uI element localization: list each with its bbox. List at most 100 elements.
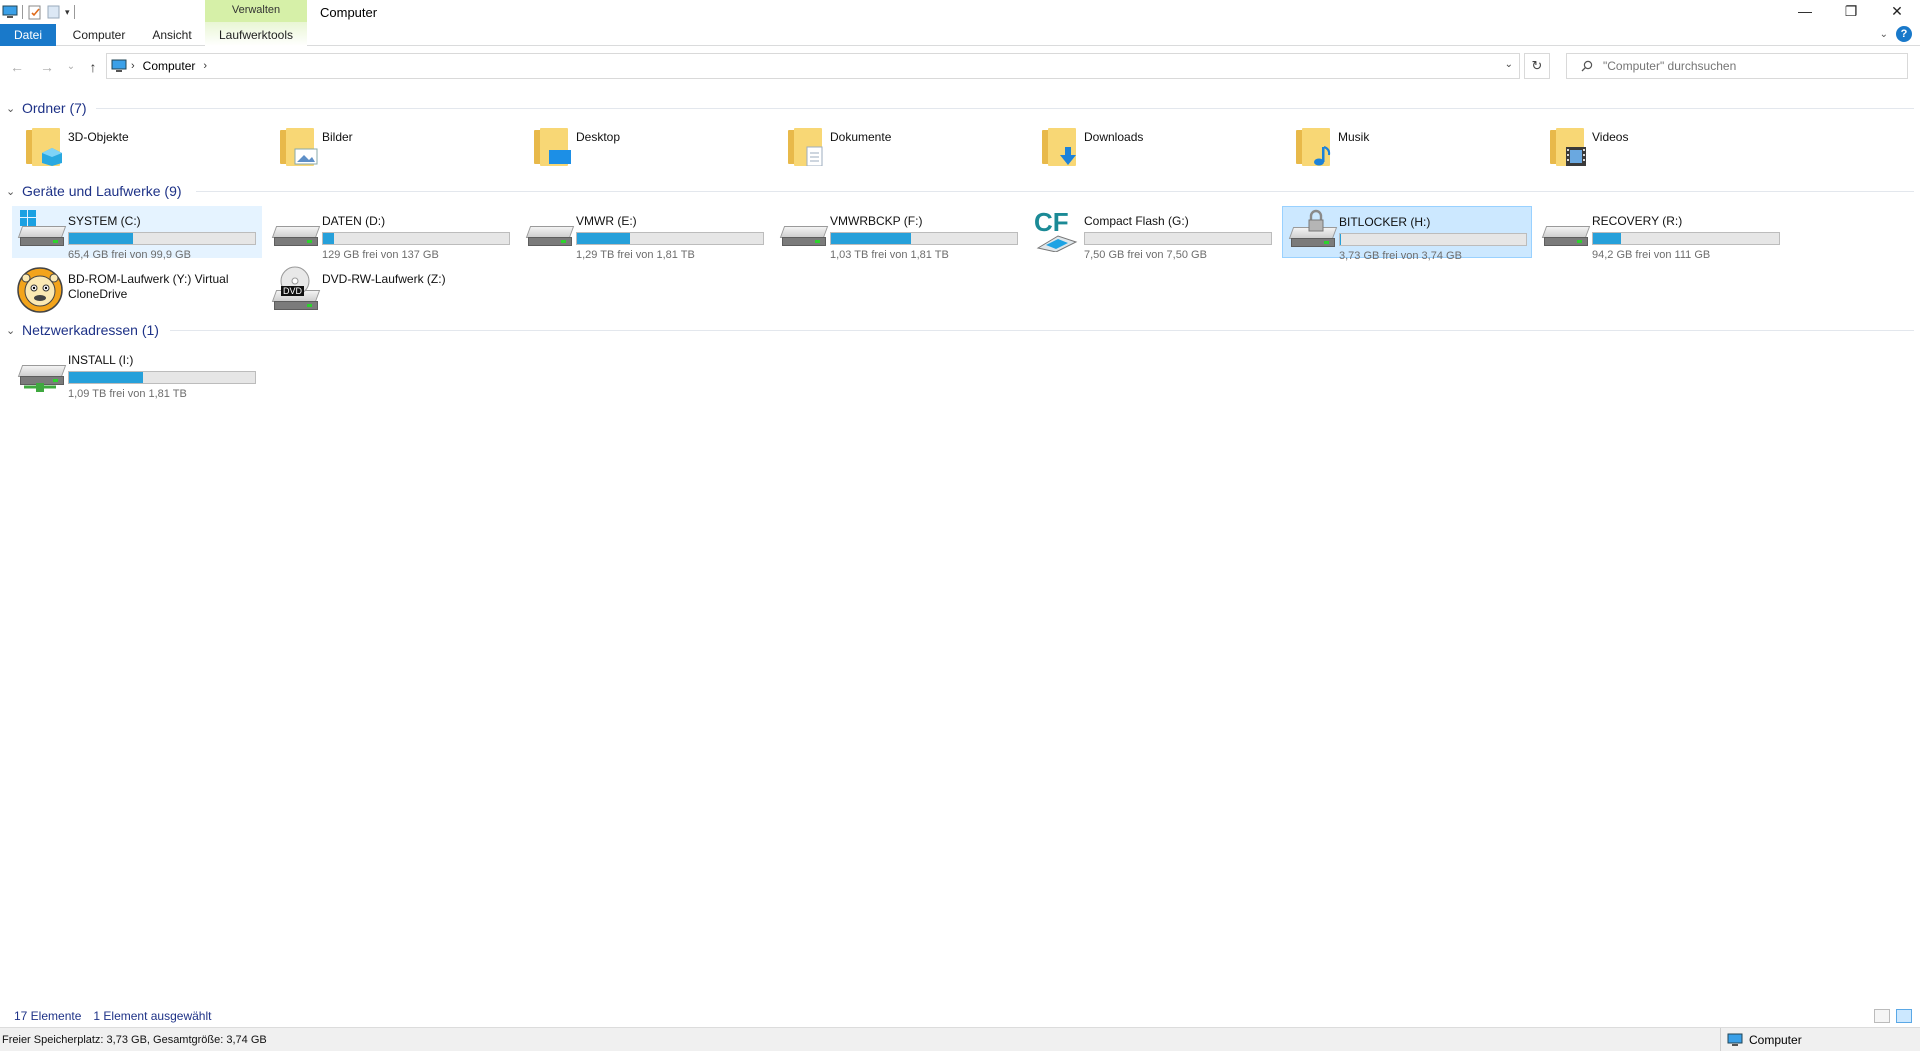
breadcrumb-computer[interactable]: Computer (143, 59, 196, 73)
group-header-drives[interactable]: ⌄ Geräte und Laufwerke (9) (6, 180, 182, 202)
folder-music-icon (1296, 128, 1332, 166)
minimize-button[interactable]: — (1782, 0, 1828, 22)
back-button[interactable]: ← (8, 58, 26, 76)
virtual-clonedrive-icon (17, 267, 63, 313)
group-label: Netzwerkadressen (1) (22, 322, 159, 338)
folder-name: Musik (1338, 130, 1370, 144)
collapse-chevron-icon[interactable]: ⌄ (6, 102, 20, 115)
address-bar[interactable]: › Computer › ⌄ (106, 53, 1520, 79)
folder-name: Dokumente (830, 130, 892, 144)
hard-drive-icon (525, 226, 575, 248)
computer-icon (2, 5, 18, 18)
address-dropdown-icon[interactable]: ⌄ (1505, 59, 1513, 70)
drive-item-f[interactable]: VMWRBCKP (F:) 1,03 TB frei von 1,81 TB (774, 206, 1024, 261)
folder-item[interactable]: Desktop (520, 122, 770, 174)
qat-separator (73, 5, 75, 19)
drive-usage-fill (69, 372, 144, 383)
dvd-label: DVD (281, 286, 305, 296)
drive-name: BD-ROM-Laufwerk (Y:) Virtual CloneDrive (68, 272, 229, 301)
folder-item[interactable]: Bilder (266, 122, 516, 174)
collapse-chevron-icon[interactable]: ⌄ (6, 185, 20, 198)
folder-name: Bilder (322, 130, 353, 144)
tab-drive-tools[interactable]: Laufwerktools (205, 24, 307, 46)
drive-item-y[interactable]: BD-ROM-Laufwerk (Y:) Virtual CloneDrive (12, 264, 262, 316)
drive-free-space: 1,29 TB frei von 1,81 TB (576, 249, 695, 261)
group-label: Geräte und Laufwerke (9) (22, 183, 182, 199)
drive-item-h[interactable]: BITLOCKER (H:) 3,73 GB frei von 3,74 GB (1282, 206, 1532, 262)
breadcrumb-chevron-icon[interactable]: › (131, 60, 135, 72)
drive-details-text: Freier Speicherplatz: 3,73 GB, Gesamtgrö… (2, 1033, 267, 1046)
forward-button[interactable]: → (38, 58, 56, 76)
group-header-network[interactable]: ⌄ Netzwerkadressen (1) (6, 319, 159, 341)
hard-drive-icon (271, 226, 321, 248)
search-input[interactable] (1603, 59, 1903, 73)
drive-name: Compact Flash (G:) (1084, 214, 1189, 228)
collapse-chevron-icon[interactable]: ⌄ (6, 324, 20, 337)
folder-name: Videos (1592, 130, 1629, 144)
folder-item[interactable]: 3D-Objekte (12, 122, 262, 174)
window-controls: — ❐ ✕ (1782, 0, 1920, 22)
drive-item-g[interactable]: CF Compact Flash (G:) 7,50 GB frei von 7… (1028, 206, 1278, 261)
ribbon-tabs: Datei Computer Ansicht Laufwerktools (0, 24, 293, 46)
folder-item[interactable]: Videos (1536, 122, 1786, 174)
maximize-button[interactable]: ❐ (1828, 0, 1874, 22)
windows-drive-icon (17, 226, 67, 248)
folder-item[interactable]: Dokumente (774, 122, 1024, 174)
hard-drive-icon (779, 226, 829, 248)
qat-customize-icon[interactable]: ▾ (65, 7, 70, 18)
expand-ribbon-icon[interactable]: ⌄ (1880, 29, 1888, 40)
drive-usage-fill (831, 233, 912, 244)
search-box[interactable] (1566, 53, 1908, 79)
help-icon[interactable]: ? (1896, 26, 1912, 42)
drive-free-space: 1,03 TB frei von 1,81 TB (830, 249, 949, 261)
folder-videos-icon (1550, 128, 1586, 166)
details-view-icon[interactable] (1874, 1009, 1890, 1023)
tab-computer[interactable]: Computer (56, 24, 142, 46)
group-divider (96, 108, 1914, 109)
drive-item-e[interactable]: VMWR (E:) 1,29 TB frei von 1,81 TB (520, 206, 770, 261)
folder-name: Downloads (1084, 130, 1144, 144)
lock-icon (1308, 209, 1324, 232)
drive-usage-bar (1084, 232, 1272, 245)
drive-usage-fill (323, 233, 334, 244)
refresh-button[interactable]: ↻ (1524, 53, 1550, 79)
network-drive-item-i[interactable]: INSTALL (I:) 1,09 TB frei von 1,81 TB (12, 345, 262, 400)
location-label: Computer (1749, 1032, 1802, 1047)
group-divider (196, 191, 1914, 192)
drive-usage-bar (322, 232, 510, 245)
quick-access-toolbar: ▾ (0, 2, 75, 22)
drive-free-space: 3,73 GB frei von 3,74 GB (1339, 250, 1462, 262)
drive-name: RECOVERY (R:) (1592, 214, 1683, 228)
close-button[interactable]: ✕ (1874, 0, 1920, 22)
folder-item[interactable]: Musik (1282, 122, 1532, 174)
drive-usage-bar (830, 232, 1018, 245)
group-header-folders[interactable]: ⌄ Ordner (7) (6, 97, 87, 119)
recent-locations-button[interactable]: ⌄ (62, 58, 80, 76)
tiles-view-icon[interactable] (1896, 1009, 1912, 1023)
folder-name: Desktop (576, 130, 621, 144)
drive-item-d[interactable]: DATEN (D:) 129 GB frei von 137 GB (266, 206, 516, 261)
window-title: Computer (320, 5, 378, 20)
new-folder-icon[interactable] (47, 4, 61, 20)
folder-name: 3D-Objekte (68, 130, 129, 144)
drive-name: VMWRBCKP (F:) (830, 214, 923, 228)
hard-drive-icon (1541, 226, 1591, 248)
drive-item-z[interactable]: DVD DVD-RW-Laufwerk (Z:) (266, 264, 516, 316)
drive-item-r[interactable]: RECOVERY (R:) 94,2 GB frei von 111 GB (1536, 206, 1786, 261)
up-button[interactable]: ↑ (84, 58, 102, 76)
drive-free-space: 94,2 GB frei von 111 GB (1592, 249, 1711, 261)
properties-icon[interactable] (27, 4, 43, 20)
drive-name: VMWR (E:) (576, 214, 637, 228)
drive-usage-fill (69, 233, 134, 244)
drive-item-c[interactable]: SYSTEM (C:) 65,4 GB frei von 99,9 GB (12, 206, 262, 261)
folder-item[interactable]: Downloads (1028, 122, 1278, 174)
group-label: Ordner (7) (22, 100, 87, 116)
drive-usage-fill (1340, 234, 1341, 245)
drive-usage-fill (577, 233, 631, 244)
tab-file[interactable]: Datei (0, 24, 56, 46)
drive-usage-bar (68, 232, 256, 245)
tab-view[interactable]: Ansicht (142, 24, 202, 46)
drive-free-space: 129 GB frei von 137 GB (322, 249, 439, 261)
breadcrumb-chevron-icon[interactable]: › (203, 60, 207, 72)
ribbon-right-controls: ⌄ ? (1880, 26, 1912, 42)
